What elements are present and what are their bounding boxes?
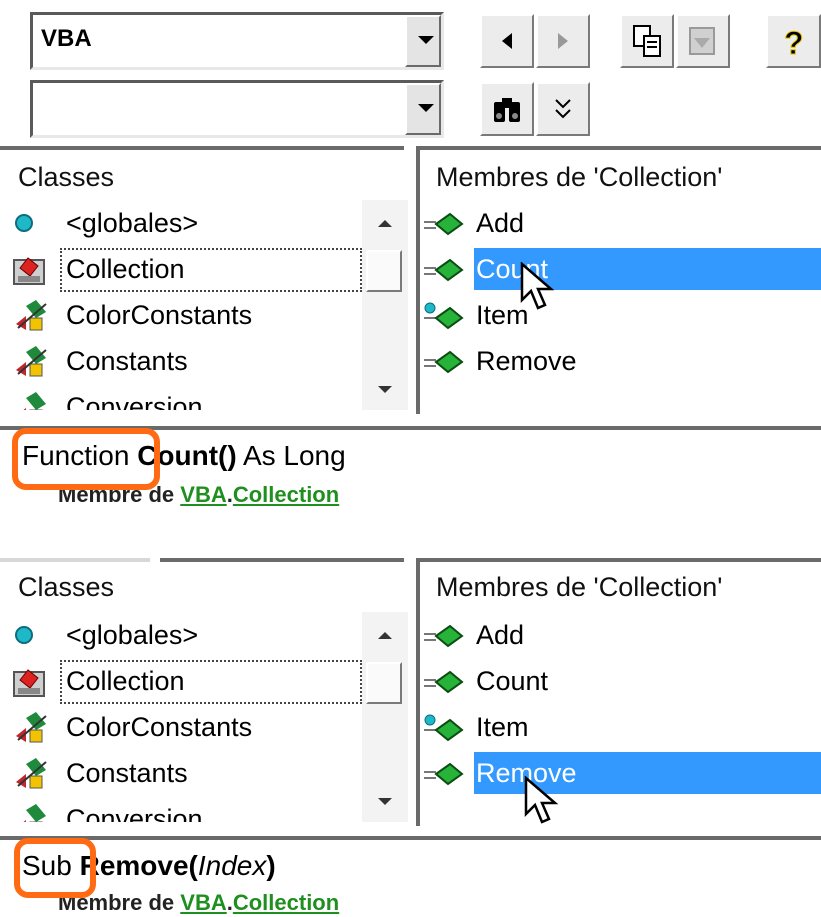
classes-pane-title: Classes (18, 572, 115, 602)
mouse-pointer-icon (524, 776, 559, 824)
back-icon (502, 33, 512, 49)
member-item-item[interactable]: Item (420, 294, 821, 336)
member-item-remove[interactable]: Remove (420, 752, 821, 794)
class-link[interactable]: Collection (233, 890, 339, 915)
scroll-thumb[interactable] (366, 250, 402, 292)
show-results-button[interactable] (536, 82, 590, 136)
details-pane-border (0, 836, 821, 840)
chevron-down-icon[interactable] (405, 83, 441, 135)
class-item-conversion[interactable]: Conversion (12, 798, 362, 822)
signature-return: As Long (236, 440, 346, 471)
member-item-add[interactable]: Add (420, 614, 821, 656)
member-item-remove[interactable]: Remove (420, 340, 821, 382)
signature-name: Remove( (79, 850, 198, 881)
class-item-colorconstants[interactable]: ColorConstants (12, 294, 362, 336)
view-definition-icon (689, 27, 715, 55)
method-icon (424, 212, 464, 236)
class-item-globales[interactable]: <globales> (12, 202, 362, 244)
module-icon (23, 392, 46, 410)
search-text-dropdown[interactable] (30, 80, 444, 138)
panel-top-border (0, 146, 404, 150)
method-icon (424, 670, 464, 694)
panel-bottom-border (420, 558, 821, 562)
library-dropdown-value: VBA (41, 25, 92, 52)
default-method-icon (424, 302, 464, 330)
member-item-add[interactable]: Add (420, 202, 821, 244)
scroll-thumb[interactable] (366, 662, 402, 704)
class-item-conversion[interactable]: Conversion (12, 386, 362, 410)
search-icon (494, 98, 520, 122)
show-results-icon (555, 99, 571, 119)
scroll-up-arrow-icon[interactable] (378, 632, 392, 639)
forward-icon (558, 33, 568, 49)
class-icon (13, 257, 45, 285)
scroll-down-arrow-icon[interactable] (378, 798, 392, 805)
class-item-constants[interactable]: Constants (12, 752, 362, 794)
method-icon (424, 258, 464, 282)
library-link[interactable]: VBA (180, 890, 226, 915)
classes-pane-title: Classes (18, 162, 115, 192)
panel-bottom-border (160, 558, 404, 562)
members-pane-title: Membres de 'Collection' (436, 572, 723, 602)
module-icon (16, 758, 47, 789)
module-icon (16, 346, 47, 377)
class-item-globales[interactable]: <globales> (12, 614, 362, 656)
keyword-highlight-ring (12, 428, 160, 490)
scroll-up-arrow-icon[interactable] (378, 220, 392, 227)
globals-icon (15, 214, 33, 232)
member-item-count[interactable]: Count (420, 660, 821, 702)
class-list-clip: Conversion (0, 384, 370, 410)
class-focus-rectangle (60, 660, 362, 704)
member-item-count[interactable]: Count (420, 248, 821, 290)
search-button[interactable] (480, 82, 534, 136)
method-icon (424, 624, 464, 648)
class-list-clip: Conversion (0, 796, 370, 822)
help-button[interactable]: ? (766, 14, 821, 68)
panel-bottom-border (0, 558, 150, 562)
class-item-constants[interactable]: Constants (12, 340, 362, 382)
mouse-pointer-icon (520, 262, 555, 310)
class-focus-rectangle (60, 248, 362, 292)
class-item-colorconstants[interactable]: ColorConstants (12, 706, 362, 748)
member-item-item[interactable]: Item (420, 706, 821, 748)
classes-scrollbar[interactable] (362, 200, 408, 410)
class-icon (13, 669, 45, 697)
classes-scrollbar[interactable] (362, 612, 408, 822)
forward-button[interactable] (536, 14, 590, 68)
members-pane-title: Membres de 'Collection' (436, 162, 723, 192)
help-icon: ? (784, 25, 805, 61)
module-icon (16, 300, 47, 331)
chevron-down-icon[interactable] (405, 15, 441, 67)
library-link[interactable]: VBA (180, 482, 226, 507)
member-of-line: Membre de VBA.Collection (58, 890, 340, 915)
back-button[interactable] (480, 14, 534, 68)
view-definition-button[interactable] (676, 14, 730, 68)
signature-param: Index (197, 850, 267, 881)
scroll-down-arrow-icon[interactable] (378, 386, 392, 393)
default-method-icon (424, 714, 464, 742)
globals-icon (15, 626, 33, 644)
keyword-highlight-ring (14, 838, 96, 898)
library-dropdown[interactable]: VBA (30, 12, 444, 70)
svg-text:?: ? (784, 25, 804, 60)
method-icon (424, 350, 464, 374)
module-icon (16, 712, 47, 743)
class-link[interactable]: Collection (233, 482, 339, 507)
copy-button[interactable] (620, 14, 674, 68)
copy-icon (633, 25, 661, 57)
method-icon (424, 762, 464, 786)
module-icon (23, 804, 46, 822)
panel-top-border (420, 146, 821, 150)
